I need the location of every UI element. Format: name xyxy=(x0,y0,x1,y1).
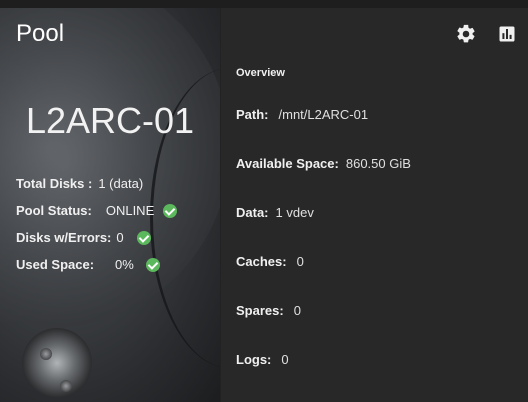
disk-screw-image xyxy=(40,348,52,360)
stat-value: 0% xyxy=(115,257,134,272)
overview-row-caches: Caches: 0 xyxy=(236,237,411,286)
overview-row-path: Path: /mnt/L2ARC-01 xyxy=(236,90,411,139)
stat-label: Used Space: xyxy=(16,257,95,272)
row-label: Path: xyxy=(236,107,269,122)
pool-summary-panel: Pool L2ARC-01 Total Disks : 1 (data) Poo… xyxy=(0,8,220,402)
check-circle-icon xyxy=(145,257,160,272)
overview-list: Path: /mnt/L2ARC-01 Available Space: 860… xyxy=(236,90,411,384)
stat-value: 1 (data) xyxy=(98,176,144,191)
stat-disks-errors: Disks w/Errors: 0 xyxy=(16,224,177,251)
row-value: 0 xyxy=(281,352,289,367)
pool-name: L2ARC-01 xyxy=(25,100,195,141)
overview-heading: Overview xyxy=(236,67,285,79)
row-label: Caches: xyxy=(236,254,287,269)
overview-row-data: Data: 1 vdev xyxy=(236,188,411,237)
pool-stats: Total Disks : 1 (data) Pool Status: ONLI… xyxy=(16,170,178,278)
pool-card: Pool L2ARC-01 Total Disks : 1 (data) Poo… xyxy=(0,8,528,402)
row-value: 0 xyxy=(293,303,301,318)
stat-value: 0 xyxy=(116,230,124,245)
stat-value: ONLINE xyxy=(105,203,155,218)
card-toolbar xyxy=(455,23,518,45)
row-label: Data: xyxy=(236,205,269,220)
panel-divider xyxy=(220,8,221,402)
overview-row-spares: Spares: 0 xyxy=(236,286,411,335)
stat-label: Disks w/Errors: xyxy=(16,230,112,245)
row-value: 0 xyxy=(296,254,304,269)
bar-chart-icon[interactable] xyxy=(496,23,518,45)
pool-overview-panel: Overview Path: /mnt/L2ARC-01 Available S… xyxy=(220,8,528,402)
check-circle-icon xyxy=(136,230,151,245)
stat-pool-status: Pool Status: ONLINE xyxy=(16,197,178,224)
row-value: 1 vdev xyxy=(275,205,314,220)
row-label: Logs: xyxy=(236,352,272,367)
gear-icon[interactable] xyxy=(455,23,477,45)
stat-total-disks: Total Disks : 1 (data) xyxy=(16,170,177,197)
check-circle-icon xyxy=(163,203,178,218)
row-label: Spares: xyxy=(236,303,284,318)
disk-spindle-image xyxy=(22,328,92,398)
card-title: Pool xyxy=(16,20,65,47)
row-value: 860.50 GiB xyxy=(345,156,411,171)
stat-label: Total Disks : xyxy=(16,176,93,191)
row-value: /mnt/L2ARC-01 xyxy=(278,107,369,122)
stat-used-space: Used Space: 0% xyxy=(16,251,177,278)
row-label: Available Space: xyxy=(236,156,339,171)
overview-row-logs: Logs: 0 xyxy=(236,335,411,384)
disk-screw-image xyxy=(60,380,72,392)
overview-row-available-space: Available Space: 860.50 GiB xyxy=(236,139,411,188)
stat-label: Pool Status: xyxy=(16,203,92,218)
